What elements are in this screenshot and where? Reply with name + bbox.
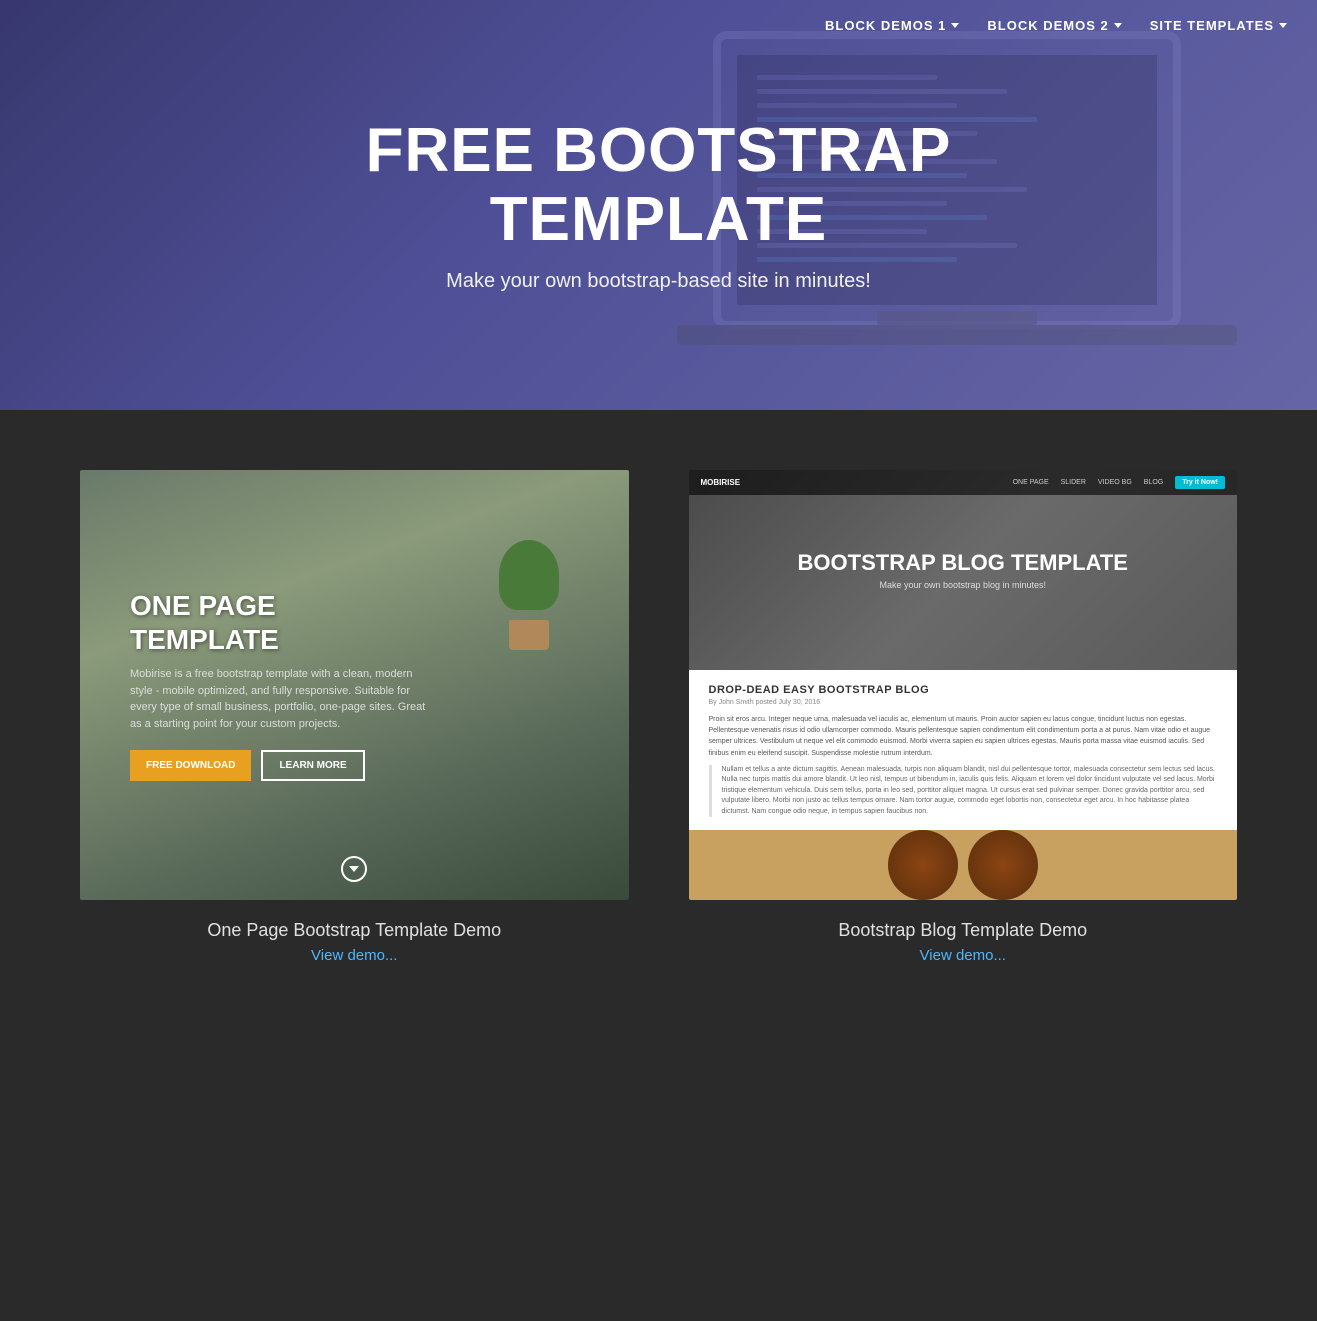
plant-leaf [499, 540, 559, 610]
cards-grid: ONE PAGE TEMPLATE Mobirise is a free boo… [80, 470, 1237, 964]
plant-pot [509, 620, 549, 650]
card-blog-title: Bootstrap Blog Template Demo [838, 920, 1087, 941]
blog-nav-videobg: VIDEO BG [1098, 479, 1132, 486]
food-image-circle-2 [968, 830, 1038, 900]
article-text-1: Proin sit eros arcu. Integer neque urna,… [709, 714, 1218, 759]
preview-onepage-title: ONE PAGE TEMPLATE [130, 589, 390, 656]
hero-content: FREE BOOTSTRAP TEMPLATE Make your own bo… [309, 117, 1009, 292]
chevron-down-icon [1114, 23, 1122, 28]
preview-onepage-text: Mobirise is a free bootstrap template wi… [130, 666, 430, 732]
preview-onepage-bg: ONE PAGE TEMPLATE Mobirise is a free boo… [80, 470, 629, 900]
navigation: BLOCK DEMOS 1 BLOCK DEMOS 2 SITE TEMPLAT… [795, 0, 1317, 51]
food-image-circle-1 [888, 830, 958, 900]
hero-title: FREE BOOTSTRAP TEMPLATE [309, 117, 1009, 253]
card-one-page-link[interactable]: View demo... [311, 947, 397, 964]
article-meta: By John Smith posted July 30, 2016 [709, 699, 1218, 706]
chevron-down-icon [951, 23, 959, 28]
card-one-page-title: One Page Bootstrap Template Demo [207, 920, 501, 941]
preview-free-download-button[interactable]: FREE DOWNLOAD [130, 750, 251, 781]
preview-blog-article: DROP-DEAD EASY BOOTSTRAP BLOG By John Sm… [689, 670, 1238, 830]
blog-nav-blog: BLOG [1144, 479, 1163, 486]
hero-subtitle: Make your own bootstrap-based site in mi… [446, 270, 871, 293]
nav-block-demos-1[interactable]: BLOCK DEMOS 1 [825, 18, 959, 33]
nav-site-templates[interactable]: SITE TEMPLATES [1150, 18, 1287, 33]
preview-blog-hero: MOBIRISE ONE PAGE SLIDER VIDEO BG BLOG T… [689, 470, 1238, 670]
preview-learn-more-button[interactable]: LEARN MORE [261, 750, 364, 781]
article-quote-text: Nullam et tellus a ante dictum sagittis.… [722, 765, 1218, 818]
main-content: ONE PAGE TEMPLATE Mobirise is a free boo… [0, 410, 1317, 1044]
article-title: DROP-DEAD EASY BOOTSTRAP BLOG [709, 684, 1218, 696]
nav-block-demos-2[interactable]: BLOCK DEMOS 2 [987, 18, 1121, 33]
card-blog: MOBIRISE ONE PAGE SLIDER VIDEO BG BLOG T… [689, 470, 1238, 964]
blog-nav-onepage: ONE PAGE [1013, 479, 1049, 486]
preview-blog-brand: MOBIRISE [701, 478, 741, 487]
card-one-page-thumbnail[interactable]: ONE PAGE TEMPLATE Mobirise is a free boo… [80, 470, 629, 900]
preview-onepage-buttons: FREE DOWNLOAD LEARN MORE [130, 750, 365, 781]
scroll-down-arrow [341, 856, 367, 882]
article-blockquote: Nullam et tellus a ante dictum sagittis.… [709, 765, 1218, 818]
preview-blog-title: BOOTSTRAP BLOG TEMPLATE [798, 550, 1128, 576]
hero-section: FREE BOOTSTRAP TEMPLATE Make your own bo… [0, 0, 1317, 410]
chevron-down-icon [1279, 23, 1287, 28]
preview-blog-footer-image [689, 830, 1238, 900]
preview-blog-subtitle: Make your own bootstrap blog in minutes! [879, 580, 1046, 590]
blog-nav-slider: SLIDER [1061, 479, 1086, 486]
try-now-button[interactable]: Try it Now! [1175, 476, 1225, 489]
preview-blog-container: MOBIRISE ONE PAGE SLIDER VIDEO BG BLOG T… [689, 470, 1238, 900]
preview-blog-navbar: MOBIRISE ONE PAGE SLIDER VIDEO BG BLOG T… [689, 470, 1238, 495]
card-blog-thumbnail[interactable]: MOBIRISE ONE PAGE SLIDER VIDEO BG BLOG T… [689, 470, 1238, 900]
plant-decoration [489, 530, 569, 650]
card-blog-link[interactable]: View demo... [920, 947, 1006, 964]
card-one-page: ONE PAGE TEMPLATE Mobirise is a free boo… [80, 470, 629, 964]
